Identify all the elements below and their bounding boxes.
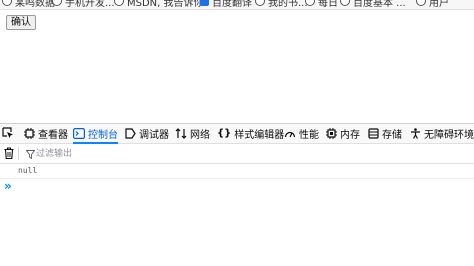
tab-style-editor[interactable]: {} 样式编辑器 [217, 124, 284, 143]
confirm-button[interactable]: 确认 [6, 15, 36, 30]
bookmark-item[interactable]: 用户 [416, 0, 449, 9]
trash-icon[interactable] [4, 147, 14, 162]
console-icon [73, 128, 85, 139]
log-message: null [18, 166, 38, 175]
globe-icon [340, 0, 350, 6]
globe-icon [255, 0, 265, 6]
network-icon [175, 128, 187, 139]
inspector-icon [24, 128, 35, 139]
globe-icon [52, 0, 62, 6]
tab-storage[interactable]: 存储 [368, 124, 402, 143]
tab-network[interactable]: 网络 [175, 124, 210, 143]
toolbar-divider [18, 147, 19, 160]
console-toolbar [0, 144, 474, 164]
tab-memory[interactable]: 内存 [326, 124, 360, 143]
performance-icon [284, 131, 296, 138]
bookmarks-bar: 某鸣数据 手机开发... MSDN, 我告诉你 百度翻译 我的书... 每日 百… [0, 0, 474, 10]
bookmark-item[interactable]: 百度基本 ... [340, 0, 406, 9]
tab-debugger[interactable]: 调试器 [125, 124, 169, 143]
devtools-tab-bar: 查看器 控制台 调试器 网络 {} 样式编辑器 性能 内存 存储 无障碍环境 [0, 124, 474, 144]
tab-accessibility[interactable]: 无障碍环境 [410, 124, 474, 143]
bookmark-item[interactable]: 我的书... [255, 0, 308, 9]
style-editor-icon: {} [217, 128, 232, 139]
element-picker-icon[interactable] [2, 127, 14, 142]
filter-icon [25, 149, 36, 162]
devtools-panel: 查看器 控制台 调试器 网络 {} 样式编辑器 性能 内存 存储 无障碍环境 过… [0, 123, 474, 266]
accessibility-icon [411, 128, 420, 139]
globe-icon [2, 0, 12, 6]
tab-inspector[interactable]: 查看器 [24, 124, 68, 143]
globe-icon [114, 0, 124, 6]
bookmark-item[interactable]: 某鸣数据 [2, 0, 55, 9]
memory-icon [326, 128, 337, 139]
tab-performance[interactable]: 性能 [284, 124, 319, 143]
globe-icon [416, 0, 426, 6]
console-input[interactable] [18, 180, 468, 240]
debugger-icon [125, 128, 136, 139]
translate-icon [200, 0, 209, 6]
globe-icon [305, 0, 315, 6]
tab-console[interactable]: 控制台 [73, 124, 118, 144]
bookmark-item[interactable]: 每日 [305, 0, 338, 9]
bookmark-item[interactable]: MSDN, 我告诉你 [114, 0, 204, 9]
bookmark-item[interactable]: 手机开发... [52, 0, 115, 9]
console-prompt-icon: » [4, 179, 12, 193]
bookmark-item[interactable]: 百度翻译 [200, 0, 252, 9]
filter-output-input[interactable] [36, 147, 236, 160]
storage-icon [368, 128, 379, 139]
console-log-row: null [0, 164, 474, 179]
